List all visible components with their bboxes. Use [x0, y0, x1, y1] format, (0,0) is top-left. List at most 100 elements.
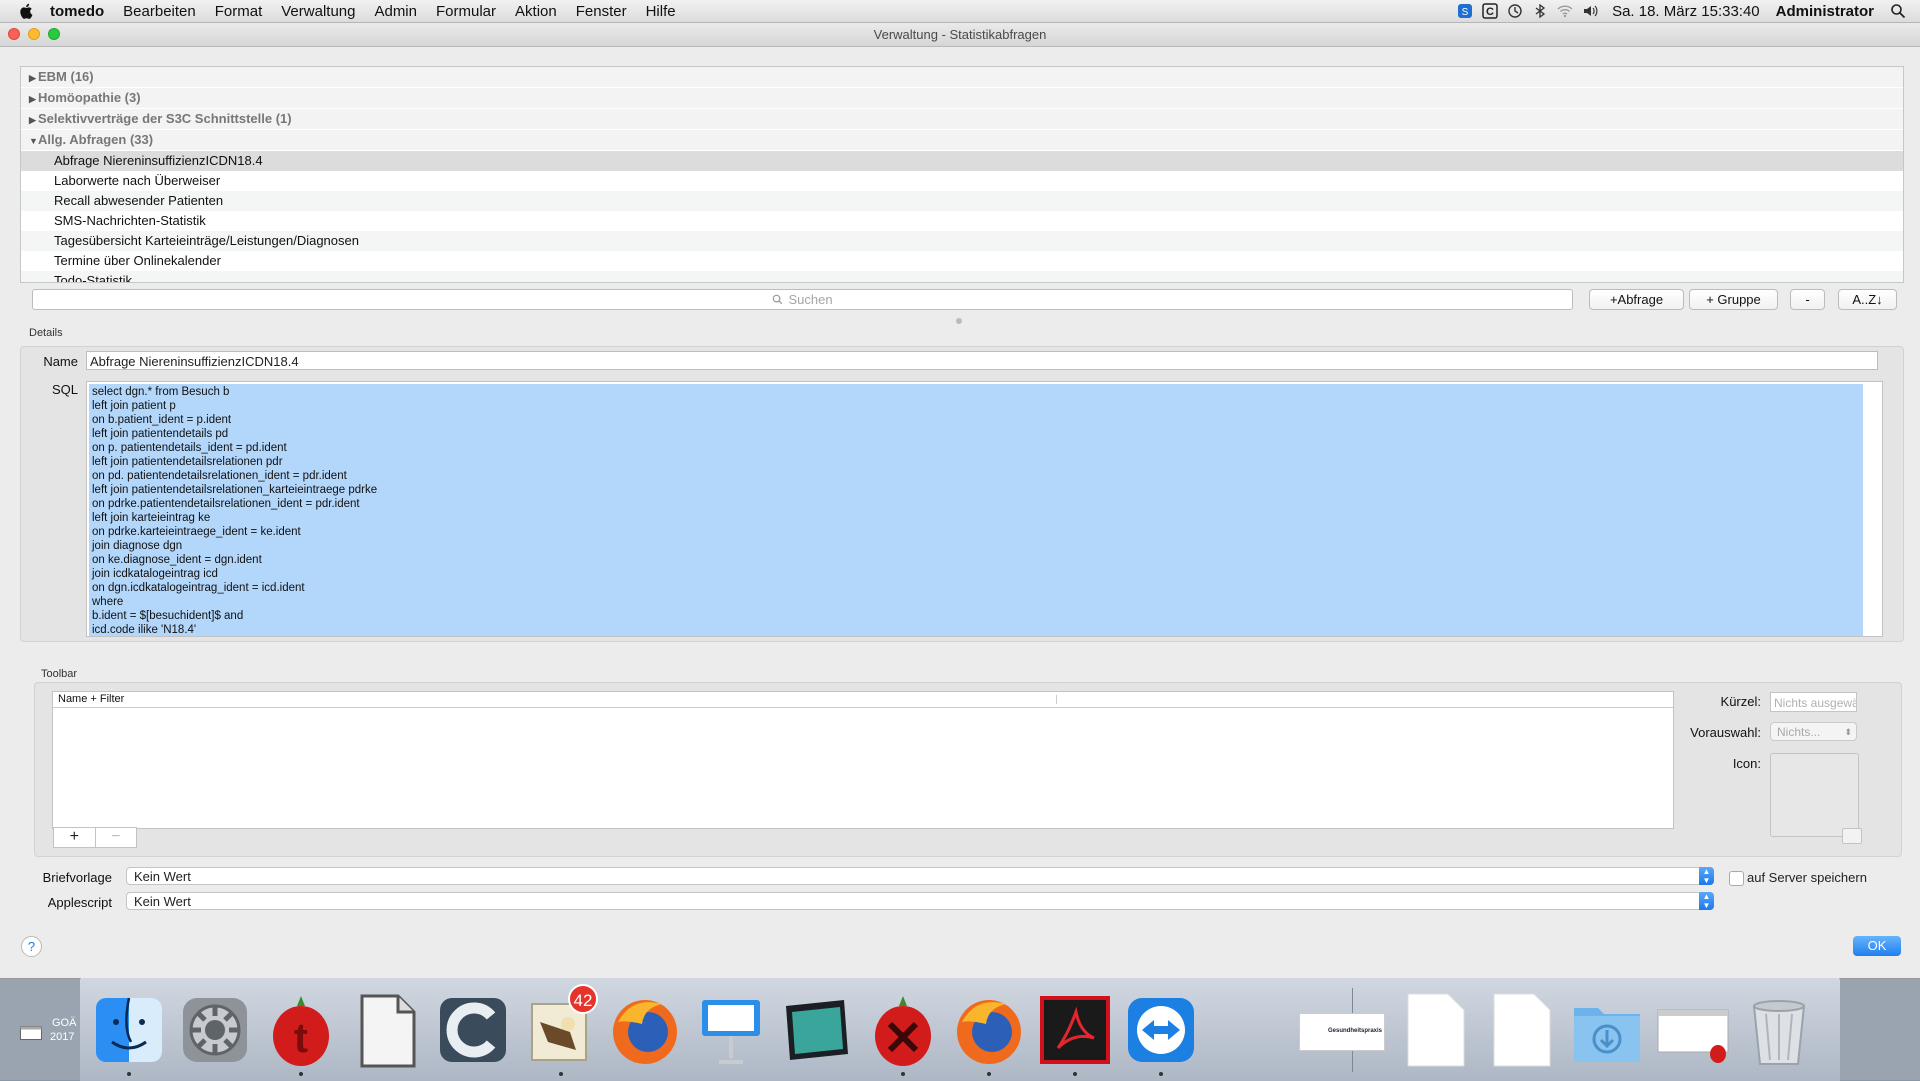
- name-field[interactable]: Abfrage NiereninsuffizienzICDN18.4: [86, 351, 1878, 370]
- menu-formular[interactable]: Formular: [436, 3, 496, 20]
- mail-unread-badge: 42: [568, 984, 598, 1014]
- menu-admin[interactable]: Admin: [374, 3, 417, 20]
- add-group-button[interactable]: + Gruppe: [1689, 289, 1778, 310]
- status-area: S C Sa. 18. März 15:33:40 Administrator: [1448, 0, 1906, 22]
- svg-text:C: C: [1486, 6, 1494, 18]
- tree-item[interactable]: Laborwerte nach Überweiser: [21, 171, 1903, 191]
- praxis-logo-document[interactable]: Gesundheitspraxis: [1299, 1013, 1385, 1051]
- system-preferences-icon[interactable]: [178, 992, 252, 1068]
- briefvorlage-value: Kein Wert: [134, 869, 191, 884]
- icon-image-well[interactable]: [1770, 753, 1859, 837]
- toolbar-table[interactable]: Name + Filter: [52, 691, 1674, 829]
- toolbar-add-button[interactable]: +: [53, 827, 96, 848]
- volume-icon[interactable]: [1582, 3, 1598, 19]
- tree-item[interactable]: Termine über Onlinekalender: [21, 251, 1903, 271]
- sql-line: on pdrke.patientendetailsrelationen_iden…: [92, 498, 360, 510]
- close-window-button[interactable]: [8, 28, 20, 40]
- sql-line: on p. patientendetails_ident = pd.ident: [92, 442, 287, 454]
- server-save-checkbox[interactable]: [1729, 871, 1744, 886]
- downloads-folder-icon[interactable]: [1570, 992, 1644, 1068]
- icon-well-menu-button[interactable]: [1842, 828, 1862, 844]
- firefox-icon[interactable]: [608, 992, 682, 1068]
- split-view-handle[interactable]: [956, 318, 962, 324]
- tree-group-allg-abfragen[interactable]: ▼Allg. Abfragen (33): [21, 130, 1903, 151]
- applescript-select[interactable]: Kein Wert ▲ ▼: [126, 892, 1714, 910]
- finder-icon[interactable]: [92, 992, 166, 1068]
- help-button[interactable]: ?: [21, 936, 42, 957]
- icon-label: Icon:: [1732, 756, 1761, 771]
- tree-item[interactable]: SMS-Nachrichten-Statistik: [21, 211, 1903, 231]
- keynote-icon[interactable]: [694, 992, 768, 1068]
- tree-group-ebm[interactable]: ▶ EBM (16): [21, 67, 1903, 88]
- add-query-button[interactable]: +Abfrage: [1589, 289, 1684, 310]
- briefvorlage-select[interactable]: Kein Wert ▲ ▼: [126, 867, 1714, 885]
- menu-bearbeiten[interactable]: Bearbeiten: [123, 3, 196, 20]
- disclosure-down-icon[interactable]: ▼: [29, 131, 38, 151]
- firefox-icon[interactable]: [952, 992, 1026, 1068]
- sql-line: left join patientendetailsrelationen pdr: [92, 456, 283, 468]
- menu-fenster[interactable]: Fenster: [576, 3, 627, 20]
- trash-icon[interactable]: [1742, 992, 1816, 1068]
- menubar-user[interactable]: Administrator: [1776, 3, 1874, 20]
- ccleaner-icon[interactable]: [436, 992, 510, 1068]
- disclosure-right-icon[interactable]: ▶: [29, 89, 38, 109]
- minimized-window-icon[interactable]: [1656, 992, 1730, 1068]
- tree-group-label: EBM (16): [38, 69, 94, 84]
- time-machine-icon[interactable]: [1507, 3, 1523, 19]
- menu-app-name[interactable]: tomedo: [50, 3, 104, 20]
- running-indicator: [901, 1072, 905, 1076]
- menu-bar: tomedo Bearbeiten Format Verwaltung Admi…: [0, 0, 1920, 23]
- toolbar-remove-button[interactable]: −: [95, 827, 137, 848]
- search-input[interactable]: Suchen: [32, 289, 1573, 310]
- disclosure-right-icon[interactable]: ▶: [29, 68, 38, 88]
- minimize-window-button[interactable]: [28, 28, 40, 40]
- sort-button[interactable]: A..Z↓: [1838, 289, 1897, 310]
- toolbar-table-header[interactable]: Name + Filter: [53, 692, 1673, 708]
- tomedo-app-icon[interactable]: t: [264, 992, 338, 1068]
- sql-label: SQL: [51, 382, 78, 397]
- bluetooth-icon[interactable]: [1532, 3, 1548, 19]
- blank-document-icon[interactable]: [1398, 992, 1472, 1068]
- remove-button[interactable]: -: [1790, 289, 1825, 310]
- menubar-clock[interactable]: Sa. 18. März 15:33:40: [1612, 3, 1760, 20]
- wifi-icon[interactable]: [1557, 3, 1573, 19]
- sql-line: join diagnose dgn: [92, 540, 183, 552]
- skype-icon[interactable]: S: [1457, 3, 1473, 19]
- query-tree[interactable]: ▶ EBM (16) ▶ Homöopathie (3) ▶ Selektivvert…: [20, 66, 1904, 283]
- teamviewer-icon[interactable]: [1124, 992, 1198, 1068]
- blank-document-icon[interactable]: [1484, 992, 1558, 1068]
- zoom-window-button[interactable]: [48, 28, 60, 40]
- column-separator[interactable]: [1056, 695, 1057, 704]
- kuerzel-label: Kürzel:: [1720, 694, 1761, 709]
- updown-chevron-icon: ⬍: [1844, 727, 1852, 737]
- window-titlebar[interactable]: Verwaltung - Statistikabfragen: [0, 22, 1920, 47]
- dock: t 42 Gesundheitspraxis: [80, 977, 1840, 1081]
- menu-aktion[interactable]: Aktion: [515, 3, 557, 20]
- applescript-value: Kein Wert: [134, 894, 191, 909]
- spotlight-search-icon[interactable]: [1890, 3, 1906, 19]
- vorauswahl-label: Vorauswahl:: [1690, 725, 1761, 740]
- tree-item[interactable]: Tagesübersicht Karteieinträge/Leistungen…: [21, 231, 1903, 251]
- ok-button[interactable]: OK: [1853, 936, 1901, 956]
- vorauswahl-select[interactable]: Nichts... ⬍: [1770, 722, 1857, 741]
- document-viewer-icon[interactable]: [350, 992, 424, 1068]
- sql-editor[interactable]: select dgn.* from Besuch b left join pati…: [86, 381, 1883, 637]
- apple-menu-icon[interactable]: [18, 2, 36, 20]
- menu-hilfe[interactable]: Hilfe: [646, 3, 676, 20]
- column-header-name-filter[interactable]: Name + Filter: [58, 693, 124, 705]
- tree-item[interactable]: Todo-Statistik: [21, 271, 1903, 282]
- desktop-label-year: 2017: [50, 1031, 75, 1043]
- menu-verwaltung[interactable]: Verwaltung: [281, 3, 355, 20]
- tomedo-tools-icon[interactable]: [866, 992, 940, 1068]
- menu-format[interactable]: Format: [215, 3, 263, 20]
- acrobat-reader-icon[interactable]: [1038, 992, 1112, 1068]
- kuerzel-field[interactable]: Nichts ausgewählt: [1770, 692, 1857, 712]
- screen-sharing-icon[interactable]: [780, 992, 854, 1068]
- disclosure-right-icon[interactable]: ▶: [29, 110, 38, 130]
- c-app-icon[interactable]: C: [1482, 3, 1498, 19]
- tree-item[interactable]: Recall abwesender Patienten: [21, 191, 1903, 211]
- tree-item[interactable]: Abfrage NiereninsuffizienzICDN18.4: [21, 151, 1903, 171]
- server-save-label[interactable]: auf Server speichern: [1747, 870, 1867, 885]
- tree-group-homoeopathie[interactable]: ▶ Homöopathie (3): [21, 88, 1903, 109]
- tree-group-selektivvertraege[interactable]: ▶ Selektivverträge der S3C Schnittstelle …: [21, 109, 1903, 130]
